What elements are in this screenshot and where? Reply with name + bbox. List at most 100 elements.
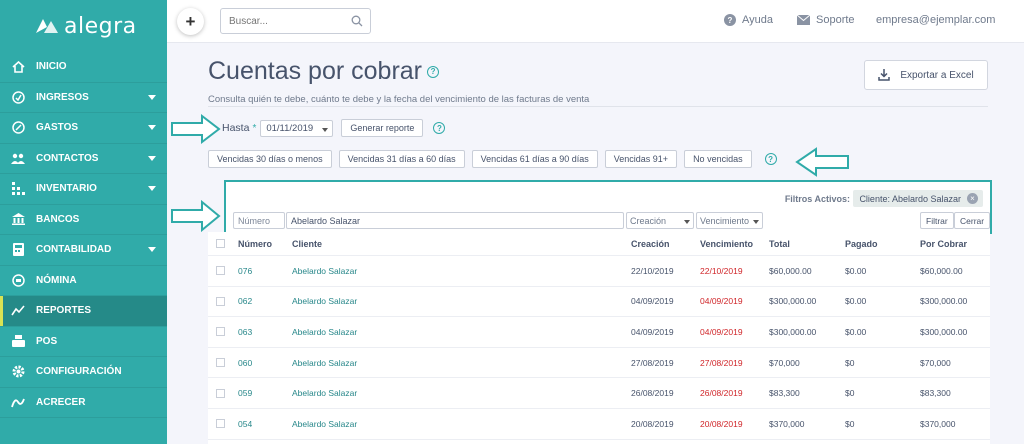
sidebar-item-label: ACRECER xyxy=(36,396,86,408)
cell-numero[interactable]: 063 xyxy=(238,327,252,337)
table-row[interactable]: 054 Abelardo Salazar 20/08/2019 20/08/2019 $… xyxy=(208,409,990,440)
svg-text:?: ? xyxy=(728,16,733,25)
close-filter-button[interactable]: Cerrar xyxy=(954,212,991,229)
cell-por-cobrar: $60,000.00 xyxy=(920,265,963,276)
header-vencimiento[interactable]: Vencimiento xyxy=(700,239,753,249)
chip-30-days[interactable]: Vencidas 30 días o menos xyxy=(208,150,332,168)
chip-31-60-days[interactable]: Vencidas 31 días a 60 días xyxy=(338,150,465,168)
sidebar-item-label: CONTABILIDAD xyxy=(36,244,112,256)
row-checkbox[interactable] xyxy=(216,419,225,429)
sidebar-item-contactos[interactable]: CONTACTOS xyxy=(0,144,167,174)
export-excel-button[interactable]: Exportar a Excel xyxy=(864,60,988,90)
chevron-down-icon[interactable] xyxy=(148,186,156,191)
cell-cliente[interactable]: Abelardo Salazar xyxy=(292,419,357,429)
hasta-date-value: 01/11/2019 xyxy=(266,122,314,134)
help-link[interactable]: ? Ayuda xyxy=(724,14,773,26)
cell-pagado: $0.00 xyxy=(845,296,867,307)
inventory-icon xyxy=(11,182,25,196)
cell-cliente[interactable]: Abelardo Salazar xyxy=(292,327,357,337)
hasta-date-select[interactable]: 01/11/2019 xyxy=(260,119,334,137)
logo-text: alegra xyxy=(64,13,137,39)
row-checkbox[interactable] xyxy=(216,358,225,368)
sidebar-item-ingresos[interactable]: INGRESOS xyxy=(0,83,167,113)
table-row[interactable]: 060 Abelardo Salazar 27/08/2019 27/08/2019 $… xyxy=(208,348,990,379)
user-menu[interactable]: empresa@ejemplar.com xyxy=(876,14,995,26)
header-numero[interactable]: Número xyxy=(238,239,272,249)
sidebar-item-acrecer[interactable]: ACRECER xyxy=(0,388,167,418)
chip-not-due[interactable]: No vencidas xyxy=(684,150,752,168)
table-row[interactable]: 062 Abelardo Salazar 04/09/2019 04/09/2019 $… xyxy=(208,287,990,318)
sidebar-item-label: CONTACTOS xyxy=(36,152,99,164)
header-por-cobrar[interactable]: Por Cobrar xyxy=(920,239,967,249)
header-divider xyxy=(208,106,988,107)
title-help-icon[interactable]: ? xyxy=(427,65,440,78)
row-checkbox[interactable] xyxy=(216,388,225,398)
numero-filter-input[interactable] xyxy=(233,212,285,229)
remove-filter-icon[interactable]: × xyxy=(967,193,978,204)
support-link[interactable]: Soporte xyxy=(797,14,855,26)
sidebar-item-configuracion[interactable]: CONFIGURACIÓN xyxy=(0,357,167,388)
chevron-down-icon[interactable] xyxy=(148,94,156,100)
chip-61-90-days[interactable]: Vencidas 61 días a 90 días xyxy=(471,150,598,168)
cell-numero[interactable]: 059 xyxy=(238,388,252,398)
annotation-arrow-right-icon xyxy=(171,114,221,144)
sidebar-item-pos[interactable]: POS xyxy=(0,327,167,357)
cell-numero[interactable]: 060 xyxy=(238,358,252,368)
support-label: Soporte xyxy=(816,14,855,26)
cell-creacion: 04/09/2019 xyxy=(631,326,674,337)
search-box[interactable] xyxy=(220,8,371,34)
sidebar-item-bancos[interactable]: BANCOS xyxy=(0,205,167,235)
search-icon[interactable] xyxy=(351,15,363,27)
search-input[interactable] xyxy=(221,9,341,33)
header-cliente[interactable]: Cliente xyxy=(292,239,322,249)
cell-cliente[interactable]: Abelardo Salazar xyxy=(292,358,357,368)
chip-91-plus[interactable]: Vencidas 91+ xyxy=(604,150,678,168)
table-row[interactable]: 059 Abelardo Salazar 26/08/2019 26/08/2019 $… xyxy=(208,378,990,409)
sidebar-item-label: INGRESOS xyxy=(36,91,89,103)
quick-add-button[interactable]: + xyxy=(177,8,204,35)
sidebar-item-reportes[interactable]: REPORTES xyxy=(0,296,167,327)
sidebar-item-inventario[interactable]: INVENTARIO xyxy=(0,174,167,205)
filter-button[interactable]: Filtrar xyxy=(920,212,954,229)
vencimiento-filter-select[interactable]: Vencimiento xyxy=(696,212,763,229)
creacion-filter-select[interactable]: Creación xyxy=(626,212,694,229)
chevron-down-icon[interactable] xyxy=(148,155,156,161)
cell-total: $300,000.00 xyxy=(769,326,817,337)
chevron-down-icon xyxy=(322,127,329,132)
cliente-filter-input[interactable] xyxy=(286,212,624,229)
header-total[interactable]: Total xyxy=(769,239,790,249)
cell-numero[interactable]: 076 xyxy=(238,266,252,276)
cell-cliente[interactable]: Abelardo Salazar xyxy=(292,296,357,306)
alegra-logo[interactable]: alegra xyxy=(0,0,167,52)
row-checkbox[interactable] xyxy=(216,296,225,306)
cell-cliente[interactable]: Abelardo Salazar xyxy=(292,266,357,276)
row-checkbox[interactable] xyxy=(216,327,225,337)
cell-creacion: 27/08/2019 xyxy=(631,357,674,368)
table-row[interactable]: 076 Abelardo Salazar 22/10/2019 22/10/2019 $… xyxy=(208,256,990,287)
table-row[interactable]: 063 Abelardo Salazar 04/09/2019 04/09/2019 $… xyxy=(208,317,990,348)
header-pagado[interactable]: Pagado xyxy=(845,239,878,249)
cell-por-cobrar: $83,300 xyxy=(920,388,951,399)
active-filters-label: Filtros Activos: xyxy=(784,194,850,204)
chips-help-icon[interactable]: ? xyxy=(764,153,777,165)
cell-vencimiento: 20/08/2019 xyxy=(700,418,743,429)
page-title: Cuentas por cobrar xyxy=(208,57,423,85)
cell-creacion: 04/09/2019 xyxy=(631,296,674,307)
generate-report-button[interactable]: Generar reporte xyxy=(341,119,424,137)
header-creacion[interactable]: Creación xyxy=(631,239,670,249)
cell-numero[interactable]: 054 xyxy=(238,419,252,429)
table-header: Número Cliente Creación Vencimiento Tota… xyxy=(208,232,990,256)
select-all-checkbox[interactable] xyxy=(216,239,225,248)
sidebar-item-gastos[interactable]: GASTOS xyxy=(0,113,167,144)
row-checkbox[interactable] xyxy=(216,266,225,276)
cell-cliente[interactable]: Abelardo Salazar xyxy=(292,388,357,398)
cell-total: $60,000.00 xyxy=(769,265,812,276)
date-help-icon[interactable]: ? xyxy=(433,122,446,134)
sidebar-item-contabilidad[interactable]: CONTABILIDAD xyxy=(0,235,167,266)
sidebar-item-nomina[interactable]: NÓMINA xyxy=(0,266,167,296)
chevron-down-icon[interactable] xyxy=(148,125,156,130)
cell-numero[interactable]: 062 xyxy=(238,296,252,306)
sidebar-item-inicio[interactable]: INICIO xyxy=(0,52,167,83)
cell-vencimiento: 26/08/2019 xyxy=(700,388,743,399)
chevron-down-icon[interactable] xyxy=(148,247,156,252)
